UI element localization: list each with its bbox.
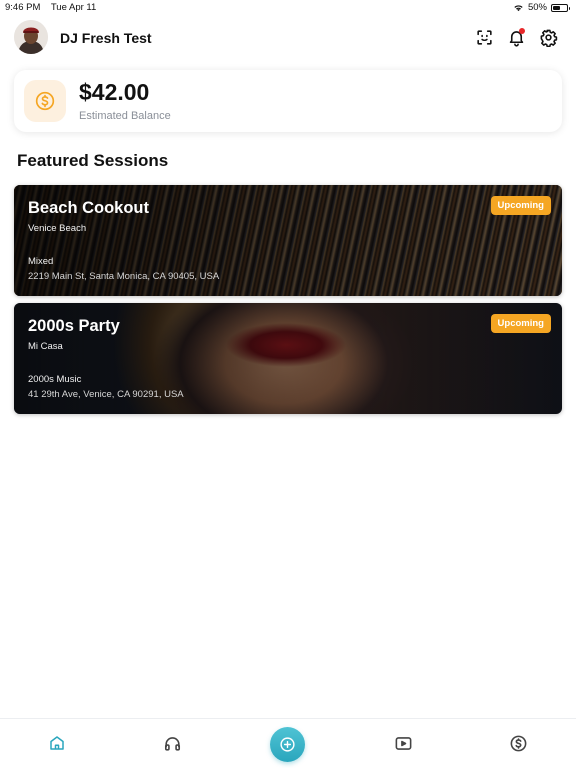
session-address: 41 29th Ave, Venice, CA 90291, USA	[28, 389, 184, 400]
avatar[interactable]	[14, 20, 48, 54]
session-title: 2000s Party	[28, 317, 120, 335]
nav-video-icon[interactable]	[391, 731, 415, 755]
status-bar: 9:46 PM Tue Apr 11 50%	[0, 0, 576, 14]
dollar-coin-icon	[35, 91, 55, 111]
balance-amount: $42.00	[79, 79, 150, 105]
notification-dot	[519, 28, 525, 34]
bottom-nav	[0, 718, 576, 768]
session-title: Beach Cookout	[28, 199, 150, 217]
nav-add-button[interactable]	[270, 727, 305, 762]
battery-icon	[551, 3, 570, 12]
session-genre: 2000s Music	[28, 374, 82, 385]
session-genre: Mixed	[28, 256, 54, 267]
wifi-icon	[514, 5, 523, 12]
balance-label: Estimated Balance	[79, 110, 171, 122]
add-icon	[280, 737, 295, 752]
header: DJ Fresh Test	[0, 18, 576, 58]
status-badge: Upcoming	[490, 196, 551, 215]
nav-headphones-icon[interactable]	[160, 731, 184, 755]
session-card-beach-cookout[interactable]: Beach Cookout Venice Beach Mixed 2219 Ma…	[14, 185, 562, 296]
notification-bell-icon[interactable]	[507, 28, 526, 47]
nav-home-icon[interactable]	[45, 731, 69, 755]
status-time: 9:46 PM	[5, 2, 41, 13]
nav-dollar-icon[interactable]	[506, 731, 530, 755]
settings-gear-icon[interactable]	[539, 28, 558, 48]
featured-sessions-title: Featured Sessions	[17, 151, 169, 170]
battery-percent: 50%	[527, 2, 547, 13]
status-badge: Upcoming	[490, 314, 551, 333]
status-date: Tue Apr 11	[50, 2, 97, 13]
user-name: DJ Fresh Test	[60, 30, 152, 46]
session-card-2000s-party[interactable]: 2000s Party Mi Casa 2000s Music 41 29th …	[14, 303, 562, 414]
scan-icon[interactable]	[475, 28, 494, 47]
session-venue: Mi Casa	[28, 341, 63, 352]
balance-icon-container	[24, 80, 66, 122]
session-address: 2219 Main St, Santa Monica, CA 90405, US…	[28, 271, 220, 282]
balance-card[interactable]: $42.00 Estimated Balance	[14, 70, 562, 132]
session-venue: Venice Beach	[28, 223, 87, 234]
